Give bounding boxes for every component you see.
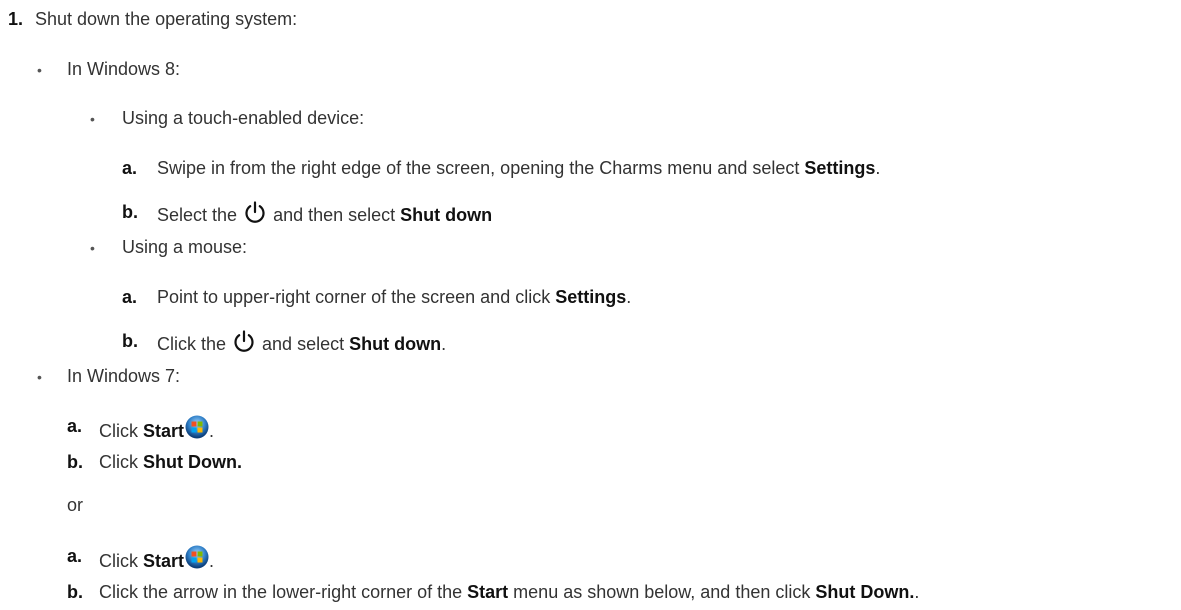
touch-heading: Using a touch-enabled device: [122,108,365,128]
windows-start-orb-icon [185,415,209,444]
step-text: Swipe in from the right edge of the scre… [157,157,880,179]
step-text-bold: Shut Down. [143,452,242,472]
step-text: Click the arrow in the lower-right corne… [99,581,919,603]
step-text-pre: Swipe in from the right edge of the scre… [157,158,805,178]
bullet: • [37,369,42,385]
step-marker: b. [67,452,83,472]
step-text-pre: Click [99,551,143,571]
win7-heading: In Windows 7: [67,366,181,386]
step-text-mid: and then select [273,205,401,225]
step-number: 1. [8,9,24,29]
step-text-post: . [626,287,632,307]
step-marker: a. [67,416,83,436]
bullet: • [90,111,95,127]
step-marker: a. [67,546,83,566]
step-text-post: . [209,551,215,571]
step-text-bold: Shut down [349,334,442,354]
step-text-bold: Start [143,421,185,441]
or-separator: or [67,495,84,515]
windows-start-orb-icon [185,545,209,574]
step-text-post: . [914,582,920,602]
step-text-pre: Click [99,452,143,472]
power-icon [232,330,256,359]
power-icon [243,201,267,230]
step-text: Point to upper-right corner of the scree… [157,286,631,308]
step-text-pre: Point to upper-right corner of the scree… [157,287,556,307]
step-text-post: . [875,158,881,178]
win8-heading: In Windows 8: [67,59,181,79]
step-text-pre: Click the [157,334,227,354]
bullet: • [37,62,42,78]
step-marker: b. [122,331,138,351]
step-text-bold: Start [467,582,509,602]
step-marker: b. [122,202,138,222]
mouse-heading: Using a mouse: [122,237,248,257]
step-text: Select the and then select Shut down [157,201,492,230]
step-text-bold: Settings [555,287,627,307]
step-text-post: . [441,334,447,354]
step-text-pre: Click [99,421,143,441]
step-marker: a. [122,158,138,178]
step-text-pre: Select the [157,205,238,225]
step-text: Click Start. [99,415,214,444]
step-text: Click Start. [99,545,214,574]
step-text-bold: Settings [804,158,876,178]
step-text-mid: menu as shown below, and then click [508,582,816,602]
step-title: Shut down the operating system: [35,9,298,29]
step-marker: b. [67,582,83,602]
step-text-bold: Start [143,551,185,571]
step-text-bold: Shut down [400,205,493,225]
step-marker: a. [122,287,138,307]
bullet: • [90,240,95,256]
step-text-bold: Shut Down. [815,582,915,602]
step-text: Click the and select Shut down. [157,330,446,359]
step-text: Click Shut Down. [99,451,242,473]
step-text-post: . [209,421,215,441]
step-text-pre: Click the arrow in the lower-right corne… [99,582,468,602]
step-text-mid: and select [262,334,350,354]
